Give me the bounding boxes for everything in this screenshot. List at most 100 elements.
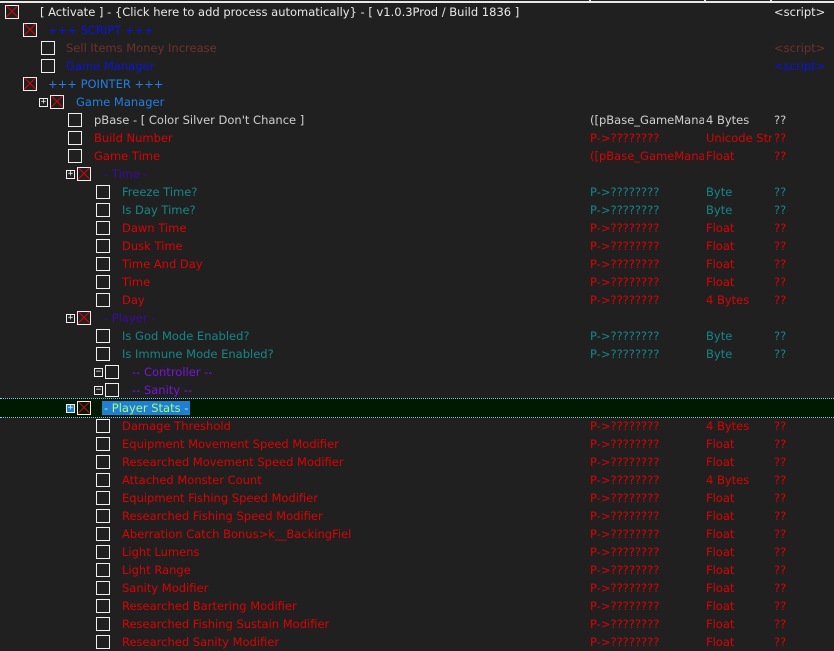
row-description[interactable]: +++ SCRIPT +++ — [48, 21, 154, 39]
active-checkbox[interactable] — [96, 545, 110, 559]
row-value[interactable]: ?? — [774, 327, 786, 345]
row-description[interactable]: Build Number — [94, 129, 173, 147]
row-value[interactable]: ?? — [774, 201, 786, 219]
row-value[interactable]: ?? — [774, 291, 786, 309]
table-row-time-and-day[interactable]: Time And Day P->???????? Float?? — [0, 255, 834, 273]
table-row-research-fishing-speed[interactable]: Researched Fishing Speed Modifier P->????… — [0, 507, 834, 525]
active-checkbox[interactable] — [96, 635, 110, 649]
table-row-day[interactable]: Day P->???????? 4 Bytes?? — [0, 291, 834, 309]
expand-icon[interactable]: + — [66, 170, 75, 179]
row-description[interactable]: Researched Fishing Sustain Modifier — [122, 615, 329, 633]
active-checkbox[interactable] — [96, 581, 110, 595]
active-checkbox[interactable] — [96, 455, 110, 469]
row-description[interactable]: Equipment Movement Speed Modifier — [122, 435, 339, 453]
row-description[interactable]: Dusk Time — [122, 237, 183, 255]
active-checkbox[interactable] — [96, 563, 110, 577]
row-description[interactable]: Game Manager — [76, 93, 164, 111]
active-checkbox[interactable] — [96, 293, 110, 307]
row-description[interactable]: Light Range — [122, 561, 191, 579]
row-value[interactable]: ?? — [774, 435, 786, 453]
table-row-sanity-modifier[interactable]: Sanity Modifier P->???????? Float?? — [0, 579, 834, 597]
row-description[interactable]: Aberration Catch Bonus>k__BackingFiel — [122, 525, 351, 543]
table-row-game-time[interactable]: Game Time ([pBase_GameManageFloat?? — [0, 147, 834, 165]
active-checkbox[interactable] — [96, 527, 110, 541]
row-value[interactable]: ?? — [774, 525, 786, 543]
row-description[interactable]: Dawn Time — [122, 219, 186, 237]
row-description[interactable]: Researched Movement Speed Modifier — [122, 453, 344, 471]
active-checkbox[interactable] — [96, 275, 110, 289]
row-description[interactable]: - Time - — [104, 165, 148, 183]
table-row-freeze-time[interactable]: Freeze Time? P->???????? Byte?? — [0, 183, 834, 201]
row-description[interactable]: -- Sanity -- — [132, 381, 192, 399]
collapse-icon[interactable]: − — [94, 386, 103, 395]
row-description[interactable]: Damage Threshold — [122, 417, 231, 435]
row-description[interactable]: Researched Bartering Modifier — [122, 597, 297, 615]
active-checkbox[interactable] — [23, 77, 37, 91]
row-description[interactable]: Is God Mode Enabled? — [122, 327, 250, 345]
activate-process-row[interactable]: [ Activate ] - {Click here to add proces… — [0, 3, 834, 21]
active-checkbox[interactable] — [96, 491, 110, 505]
activate-process-label[interactable]: [ Activate ] - {Click here to add proces… — [40, 3, 519, 21]
row-description[interactable]: Is Immune Mode Enabled? — [122, 345, 274, 363]
table-row-attached-monster[interactable]: Attached Monster Count P->???????? 4 Bytes… — [0, 471, 834, 489]
table-row-research-bartering[interactable]: Researched Bartering Modifier P->????????… — [0, 597, 834, 615]
active-checkbox[interactable] — [105, 383, 119, 397]
table-row-dawn-time[interactable]: Dawn Time P->???????? Float?? — [0, 219, 834, 237]
row-value[interactable]: ?? — [774, 597, 786, 615]
table-row-is-day-time[interactable]: Is Day Time? P->???????? Byte?? — [0, 201, 834, 219]
row-value[interactable]: ?? — [774, 255, 786, 273]
row-value[interactable]: ?? — [774, 471, 786, 489]
active-checkbox[interactable] — [77, 167, 91, 181]
active-checkbox[interactable] — [96, 257, 110, 271]
activate-checkbox[interactable] — [5, 5, 19, 19]
active-checkbox[interactable] — [96, 329, 110, 343]
table-row-research-sanity[interactable]: Researched Sanity Modifier P->???????? Flo… — [0, 633, 834, 651]
row-description[interactable]: Day — [122, 291, 145, 309]
table-row-game-manager-script[interactable]: Game Manager <script> — [0, 57, 834, 75]
table-row-build-number[interactable]: Build Number P->???????? Unicode String?? — [0, 129, 834, 147]
row-description[interactable]: Researched Sanity Modifier — [122, 633, 279, 651]
active-checkbox[interactable] — [96, 599, 110, 613]
active-checkbox[interactable] — [77, 401, 91, 415]
row-value[interactable]: <script> — [774, 57, 825, 75]
row-value[interactable]: ?? — [774, 453, 786, 471]
active-checkbox[interactable] — [41, 59, 55, 73]
row-value[interactable]: ?? — [774, 579, 786, 597]
expand-icon[interactable]: + — [39, 98, 48, 107]
table-row-equip-fishing-speed[interactable]: Equipment Fishing Speed Modifier P->?????… — [0, 489, 834, 507]
row-value[interactable]: ?? — [774, 417, 786, 435]
active-checkbox[interactable] — [105, 365, 119, 379]
row-value[interactable]: ?? — [774, 633, 786, 651]
table-row-sanity-group[interactable]: − -- Sanity -- — [0, 381, 834, 399]
active-checkbox[interactable] — [96, 203, 110, 217]
table-row-immune-mode[interactable]: Is Immune Mode Enabled? P->???????? Byte?? — [0, 345, 834, 363]
row-value[interactable]: ?? — [774, 507, 786, 525]
row-description[interactable]: Equipment Fishing Speed Modifier — [122, 489, 318, 507]
active-checkbox[interactable] — [68, 149, 82, 163]
row-value[interactable]: ?? — [774, 183, 786, 201]
table-row-research-move-speed[interactable]: Researched Movement Speed Modifier P->???… — [0, 453, 834, 471]
row-description[interactable]: -- Controller -- — [132, 363, 212, 381]
table-row-damage-threshold[interactable]: Damage Threshold P->???????? 4 Bytes?? — [0, 417, 834, 435]
active-checkbox[interactable] — [68, 131, 82, 145]
active-checkbox[interactable] — [96, 617, 110, 631]
active-checkbox[interactable] — [96, 419, 110, 433]
active-checkbox[interactable] — [96, 437, 110, 451]
row-description[interactable]: Time — [122, 273, 150, 291]
row-value[interactable]: ?? — [774, 219, 786, 237]
row-description[interactable]: - Player - — [104, 309, 155, 327]
table-row-light-lumens[interactable]: Light Lumens P->???????? Float?? — [0, 543, 834, 561]
collapse-icon[interactable]: − — [94, 368, 103, 377]
expand-icon[interactable]: + — [66, 314, 75, 323]
row-description[interactable]: Light Lumens — [122, 543, 199, 561]
table-row-god-mode[interactable]: Is God Mode Enabled? P->???????? Byte?? — [0, 327, 834, 345]
row-description[interactable]: Freeze Time? — [122, 183, 197, 201]
row-description[interactable]: Sanity Modifier — [122, 579, 208, 597]
row-description[interactable]: Game Manager — [66, 57, 154, 75]
table-row-time[interactable]: Time P->???????? Float?? — [0, 273, 834, 291]
row-value[interactable]: ?? — [774, 561, 786, 579]
row-value[interactable]: ?? — [774, 273, 786, 291]
active-checkbox[interactable] — [77, 311, 91, 325]
row-description[interactable]: - Player Stats - — [102, 399, 191, 417]
row-value[interactable]: ?? — [774, 237, 786, 255]
